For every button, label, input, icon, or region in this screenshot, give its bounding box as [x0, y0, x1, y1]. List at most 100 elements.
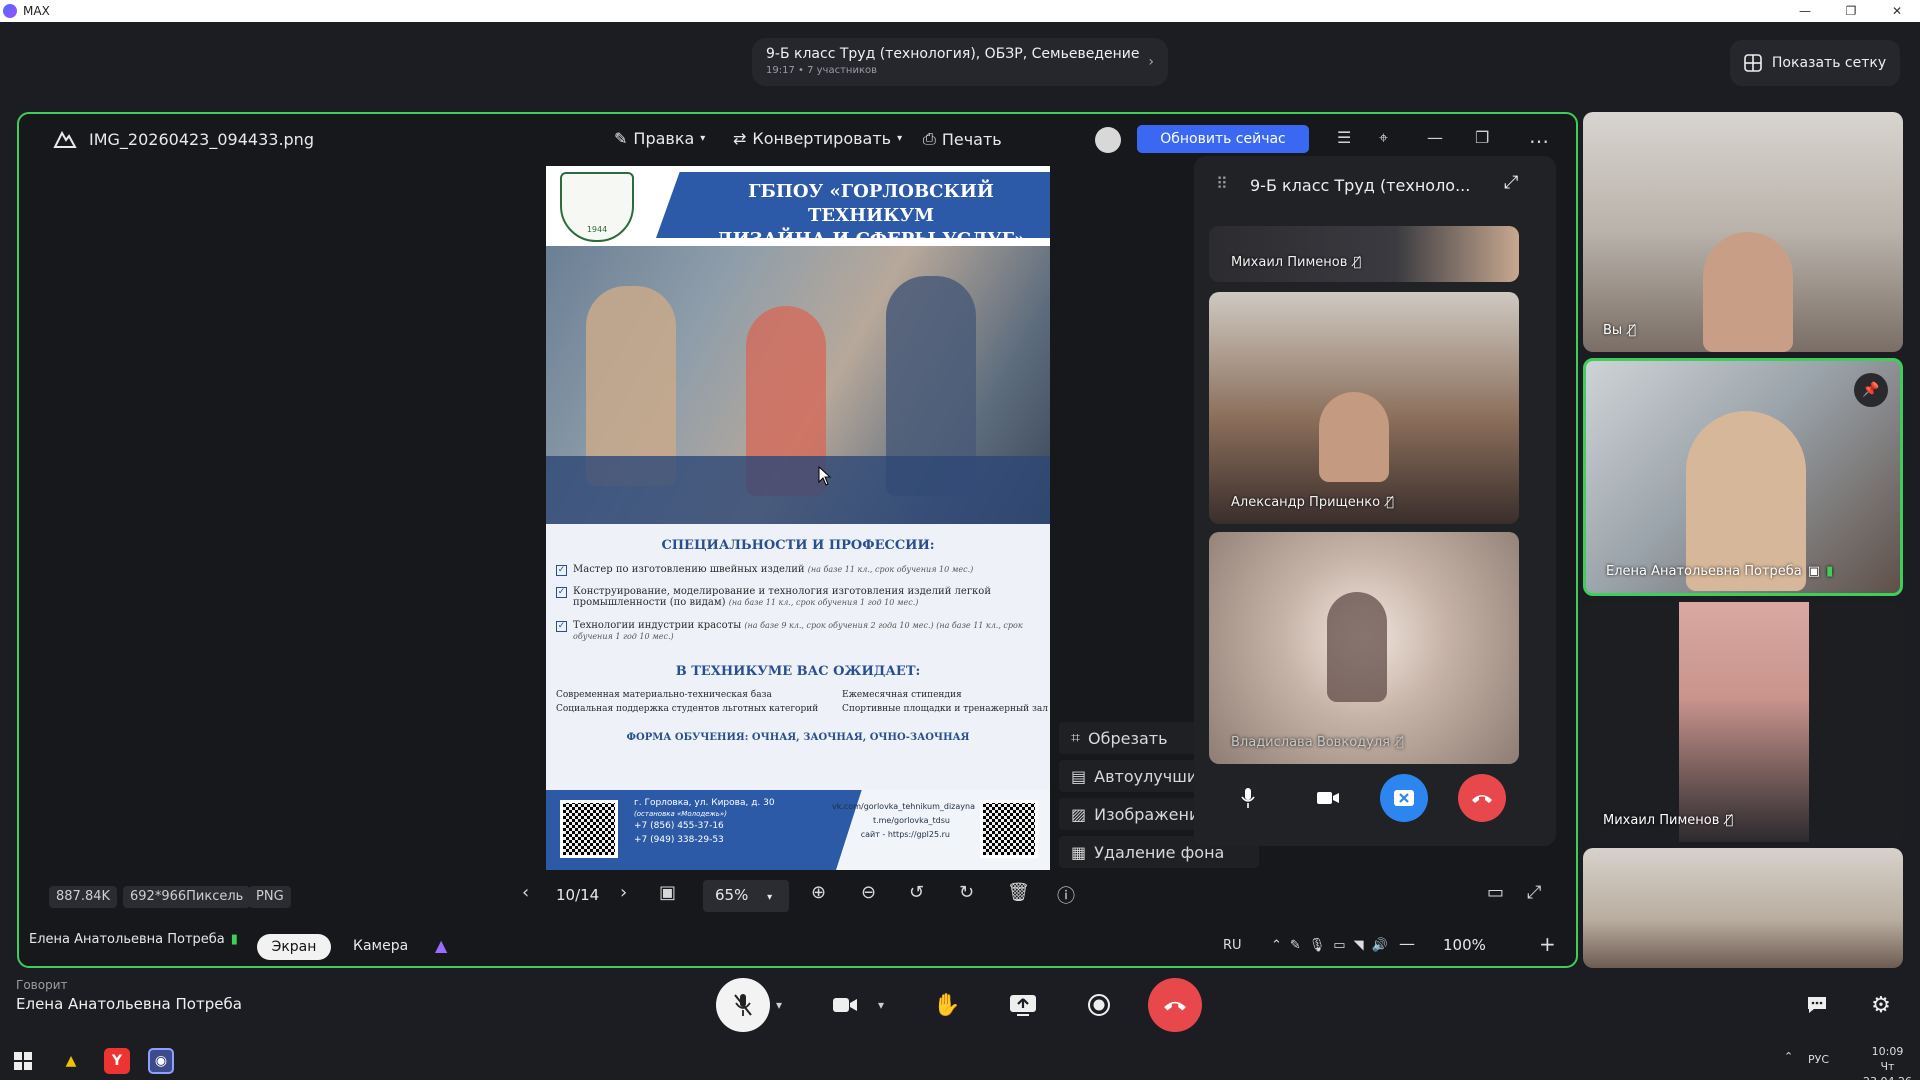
print-button[interactable]: ⎙ Печать — [923, 129, 1002, 149]
phone-1: +7 (856) 455-37-16 — [634, 821, 724, 831]
emblem-year: 1944 — [586, 225, 608, 234]
pin-icon[interactable]: 📌 — [1854, 373, 1888, 407]
specialties-title: СПЕЦИАЛЬНОСТИ И ПРОФЕССИИ: — [661, 538, 935, 553]
audio-level-icon: ▮ — [1826, 564, 1834, 579]
tab-camera[interactable]: Камера — [353, 938, 408, 954]
next-page-icon[interactable]: › — [620, 882, 627, 903]
language-indicator: RU — [1223, 938, 1242, 953]
update-now-button[interactable]: Обновить сейчас — [1137, 125, 1309, 153]
yandex-browser-icon[interactable]: Y — [104, 1048, 130, 1074]
end-call-button[interactable] — [1458, 774, 1506, 822]
raise-hand-button[interactable]: ✋ — [920, 978, 974, 1032]
record-button[interactable] — [1072, 978, 1126, 1032]
float-panel-title: 9-Б класс Труд (техноло... — [1250, 176, 1471, 195]
os-time: 10:09 — [1871, 1045, 1904, 1058]
tray-expand-icon[interactable]: ⌃ — [1784, 1050, 1793, 1063]
poster-image: 1944 ГБПОУ «ГОРЛОВСКИЙ ТЕХНИКУМ ДИЗАЙНА … — [546, 166, 1050, 870]
expand-icon[interactable]: ⤢ — [1504, 172, 1518, 193]
participants-float-panel[interactable]: ⠿ 9-Б класс Труд (техноло... ⤢ Михаил Пи… — [1194, 156, 1556, 846]
participant-tile[interactable]: Александр Прищенко 🎙̸ — [1209, 292, 1519, 524]
drag-handle-icon[interactable]: ⠿ — [1216, 174, 1228, 193]
meeting-time: 19:17 — [766, 65, 795, 76]
chat-icon — [1808, 997, 1826, 1013]
info-icon[interactable]: ⓘ — [1057, 882, 1075, 908]
mic-off-icon: 🎙̸ — [1353, 255, 1362, 270]
phone-hangup-icon — [1472, 795, 1492, 803]
warning-app-icon[interactable]: ▲ — [58, 1048, 84, 1074]
image-dimensions: 692*966Пиксель — [123, 886, 251, 908]
zoom-value: 65% — [715, 886, 749, 904]
restore-viewer-icon[interactable]: ❐ — [1475, 128, 1489, 147]
prev-page-icon[interactable]: ‹ — [522, 882, 529, 903]
grid-icon — [1744, 54, 1762, 72]
meeting-title-pill[interactable]: 9-Б класс Труд (технология), ОБЗР, Семье… — [752, 38, 1168, 86]
participant-name: Вы 🎙̸ — [1603, 323, 1636, 338]
window-titlebar: MAX — ❐ ✕ — [0, 0, 1920, 22]
video-options-icon[interactable]: ▾ — [878, 998, 884, 1012]
edit-menu[interactable]: ✎ Правка ▾ — [614, 129, 705, 148]
mic-button[interactable] — [1224, 774, 1272, 822]
zoom-plus-icon[interactable]: + — [1539, 932, 1556, 956]
enhance-icon: ▤ — [1071, 766, 1087, 786]
windows-start-icon[interactable] — [10, 1048, 36, 1074]
tab-screen[interactable]: Экран — [257, 934, 331, 960]
checkbox-icon: ✓ — [556, 621, 567, 632]
max-app-icon[interactable]: ◉ — [148, 1048, 174, 1074]
chat-button[interactable] — [1800, 990, 1834, 1020]
leave-call-button[interactable] — [1148, 978, 1202, 1032]
fullscreen-icon[interactable]: ⤢ — [1527, 882, 1541, 903]
gallery-tile[interactable] — [1583, 848, 1903, 968]
rotate-left-icon[interactable]: ↺ — [909, 882, 924, 903]
specialty-item: ✓ Конструирование, моделирование и техно… — [556, 586, 1040, 608]
meeting-participants: 7 участников — [807, 65, 878, 76]
rotate-right-icon[interactable]: ↻ — [959, 882, 974, 903]
layout-icon[interactable]: ▭ — [1487, 882, 1504, 903]
mute-button[interactable] — [716, 978, 770, 1032]
mic-options-icon[interactable]: ▾ — [776, 998, 782, 1012]
camera-button[interactable] — [1304, 774, 1352, 822]
restore-button[interactable]: ❐ — [1828, 0, 1874, 22]
remove-bg-icon: ▦ — [1071, 842, 1087, 862]
screen-share[interactable]: IMG_20260423_094433.png ✎ Правка ▾ ⇄ Кон… — [17, 112, 1578, 968]
shared-screen-taskbar: Елена Анатольевна Потреба ▮ Экран Камера… — [19, 924, 1576, 966]
show-grid-button[interactable]: Показать сетку — [1730, 40, 1900, 86]
minimize-button[interactable]: — — [1782, 0, 1828, 22]
minimize-viewer-icon[interactable]: — — [1427, 128, 1443, 147]
zoom-select[interactable]: 65% ▾ — [703, 880, 789, 912]
more-icon[interactable]: … — [1529, 124, 1549, 148]
convert-menu[interactable]: ⇄ Конвертировать ▾ — [733, 129, 902, 148]
image-format: PNG — [249, 886, 291, 908]
participant-tile[interactable]: Владислава Вовкодуля 🎙̸ — [1209, 532, 1519, 764]
mic-off-icon: 🎙̸ — [1386, 495, 1394, 510]
video-button[interactable] — [818, 978, 872, 1032]
share-screen-button[interactable] — [996, 978, 1050, 1032]
participant-face — [1327, 592, 1387, 702]
gallery-tile-self[interactable]: Вы 🎙̸ — [1583, 112, 1903, 352]
participant-tile[interactable]: Михаил Пименов 🎙̸ — [1209, 226, 1519, 282]
delete-icon[interactable]: 🗑 — [1007, 882, 1030, 903]
zoom-minus-icon[interactable]: — — [1399, 934, 1415, 953]
pin-icon[interactable]: ⌖ — [1379, 128, 1388, 148]
chevron-down-icon: ▾ — [700, 133, 706, 144]
app-shortcut-icon[interactable]: ▲ — [435, 936, 447, 955]
participant-name: Владислава Вовкодуля 🎙̸ — [1231, 735, 1404, 750]
convert-icon: ⇄ — [733, 129, 747, 148]
chevron-down-icon: ▾ — [767, 892, 773, 903]
stop-share-button[interactable] — [1380, 774, 1428, 822]
settings-button[interactable]: ⚙ — [1864, 990, 1898, 1020]
close-button[interactable]: ✕ — [1874, 0, 1920, 22]
menu-icon[interactable]: ☰ — [1337, 128, 1351, 147]
mic-off-icon — [734, 994, 752, 1016]
zoom-out-icon[interactable]: ⊖ — [861, 882, 876, 903]
zoom-in-icon[interactable]: ⊕ — [811, 882, 826, 903]
fit-page-icon[interactable]: ▣ — [659, 882, 676, 903]
speaking-label: Говорит — [16, 978, 68, 992]
gallery-tile[interactable]: Михаил Пименов 🎙̸ — [1583, 602, 1903, 842]
app-name: MAX — [23, 4, 50, 18]
meeting-meta: 19:17 • 7 участников — [766, 65, 1154, 76]
gallery-tile-speaker[interactable]: 📌 Елена Анатольевна Потреба ▣ ▮ — [1583, 358, 1903, 596]
account-avatar[interactable] — [1095, 127, 1121, 153]
gear-icon: ⚙ — [1871, 992, 1891, 1018]
meeting-title: 9-Б класс Труд (технология), ОБЗР, Семье… — [766, 46, 1140, 62]
show-grid-label: Показать сетку — [1771, 55, 1887, 71]
